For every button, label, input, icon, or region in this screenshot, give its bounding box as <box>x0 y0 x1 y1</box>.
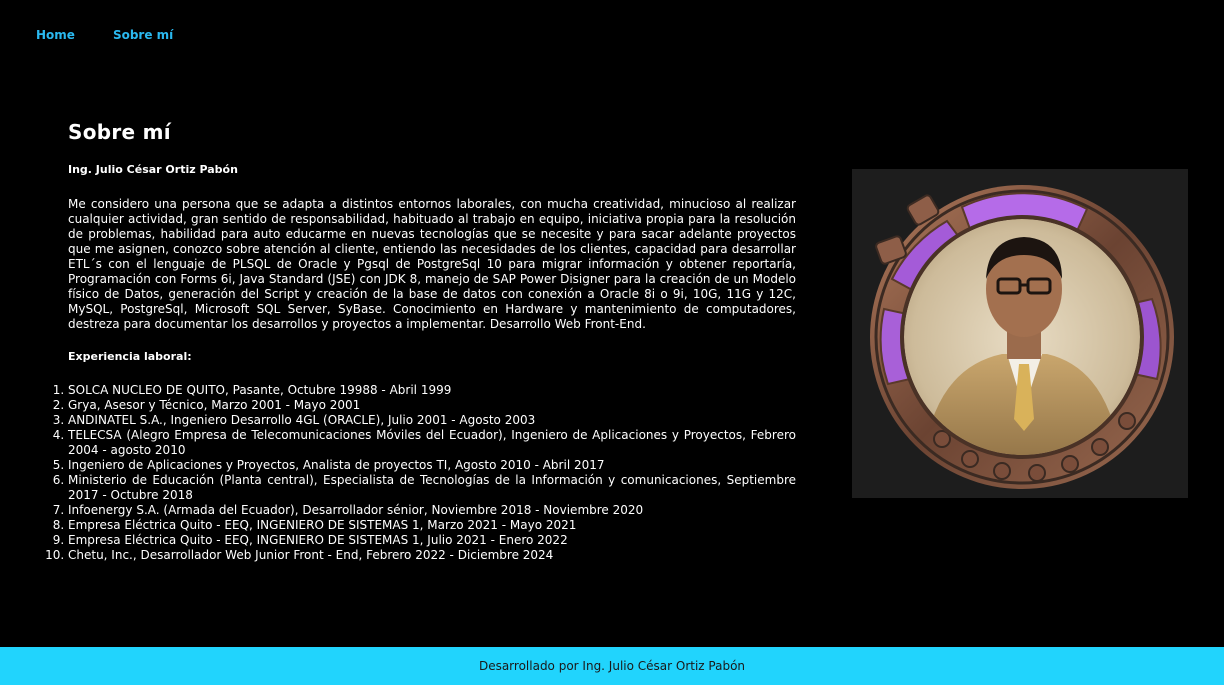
bio-paragraph: Me considero una persona que se adapta a… <box>68 197 796 331</box>
experience-item: Empresa Eléctrica Quito - EEQ, INGENIERO… <box>68 533 796 548</box>
experience-heading: Experiencia laboral: <box>68 350 192 363</box>
experience-item: ANDINATEL S.A., Ingeniero Desarrollo 4GL… <box>68 413 796 428</box>
experience-item: Infoenergy S.A. (Armada del Ecuador), De… <box>68 503 796 518</box>
page-title: Sobre mí <box>68 120 171 144</box>
experience-list: SOLCA NUCLEO DE QUITO, Pasante, Octubre … <box>68 383 796 563</box>
experience-item: TELECSA (Alegro Empresa de Telecomunicac… <box>68 428 796 458</box>
experience-item: Empresa Eléctrica Quito - EEQ, INGENIERO… <box>68 518 796 533</box>
experience-item: Ingeniero de Aplicaciones y Proyectos, A… <box>68 458 796 473</box>
experience-item: Ministerio de Educación (Planta central)… <box>68 473 796 503</box>
top-nav: Home Sobre mí <box>36 28 173 42</box>
footer-credit: Desarrollado por Ing. Julio César Ortiz … <box>478 659 746 673</box>
page-footer: Desarrollado por Ing. Julio César Ortiz … <box>0 647 1224 685</box>
experience-item: SOLCA NUCLEO DE QUITO, Pasante, Octubre … <box>68 383 796 398</box>
experience-item: Grya, Asesor y Técnico, Marzo 2001 - May… <box>68 398 796 413</box>
nav-home-link[interactable]: Home <box>36 28 75 42</box>
nav-sobre-mi-link[interactable]: Sobre mí <box>113 28 173 42</box>
profile-portrait-image <box>870 185 1174 489</box>
about-section: Sobre mí Ing. Julio César Ortiz Pabón Me… <box>68 120 796 563</box>
author-name: Ing. Julio César Ortiz Pabón <box>68 163 238 176</box>
profile-photo <box>852 169 1188 498</box>
experience-item: Chetu, Inc., Desarrollador Web Junior Fr… <box>68 548 796 563</box>
